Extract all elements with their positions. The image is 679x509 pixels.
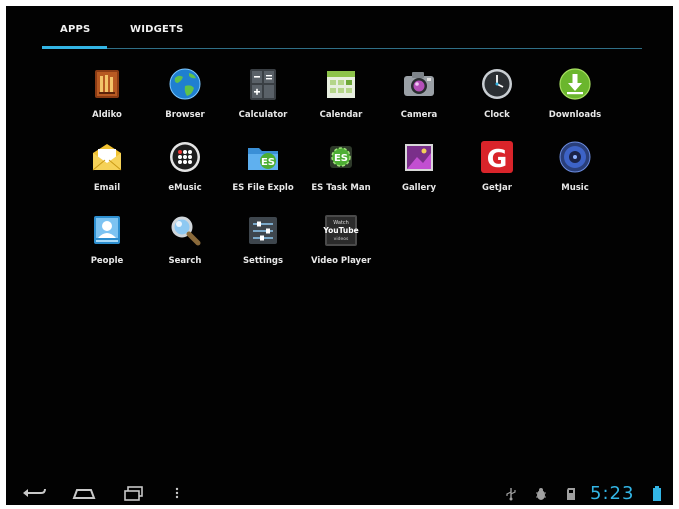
app-music[interactable]: Music [536, 139, 614, 211]
active-tab-indicator [42, 46, 107, 49]
recent-apps-icon[interactable] [120, 484, 148, 502]
home-screen: APPS WIDGETS Aldiko Browser Calculator C… [6, 6, 673, 505]
gallery-icon [401, 139, 437, 175]
app-label: eMusic [168, 183, 202, 193]
app-label: Calendar [319, 110, 363, 120]
video-icon-line3: videos [334, 236, 349, 242]
app-grid: Aldiko Browser Calculator Calendar Camer… [68, 66, 628, 296]
app-search[interactable]: Search [146, 212, 224, 284]
app-label: ES File Explo [232, 183, 294, 193]
app-clock[interactable]: Clock [458, 66, 536, 138]
app-label: Video Player [310, 256, 372, 266]
status-clock: 5:23 [590, 483, 635, 504]
sd-card-icon [564, 486, 578, 500]
svg-text:ES: ES [261, 157, 275, 168]
svg-text:ES: ES [334, 153, 348, 164]
app-label: Downloads [548, 110, 602, 120]
tab-apps[interactable]: APPS [60, 24, 90, 35]
system-bar: 5:23 [6, 480, 673, 505]
menu-icon[interactable] [170, 484, 184, 502]
camera-icon [401, 66, 437, 102]
app-aldiko[interactable]: Aldiko [68, 66, 146, 138]
app-label: Camera [400, 110, 438, 120]
app-label: Browser [165, 110, 205, 120]
clock-icon [479, 66, 515, 102]
app-downloads[interactable]: Downloads [536, 66, 614, 138]
video-player-icon: Watch YouTube videos [322, 212, 359, 248]
search-icon [167, 212, 203, 248]
app-label: Search [168, 256, 202, 266]
battery-icon [652, 486, 662, 501]
calendar-icon [323, 66, 359, 102]
app-calculator[interactable]: Calculator [224, 66, 302, 138]
app-label: Aldiko [92, 110, 122, 120]
app-emusic[interactable]: eMusic [146, 139, 224, 211]
debug-icon [534, 486, 548, 500]
getjar-icon: G [479, 139, 515, 175]
app-drawer-tabs: APPS WIDGETS [42, 20, 642, 56]
globe-icon [167, 66, 203, 102]
app-es-file-explorer[interactable]: ES ES File Explo [224, 139, 302, 211]
music-icon [557, 139, 593, 175]
tab-divider [42, 48, 642, 49]
settings-icon [245, 212, 281, 248]
app-calendar[interactable]: Calendar [302, 66, 380, 138]
tab-widgets[interactable]: WIDGETS [130, 24, 184, 35]
app-video-player[interactable]: Watch YouTube videos Video Player [302, 212, 380, 284]
email-icon [89, 139, 125, 175]
app-label: GetJar [482, 183, 512, 193]
download-icon [557, 66, 593, 102]
video-icon-line2: YouTube [323, 226, 359, 235]
app-label: Music [561, 183, 589, 193]
emusic-icon [167, 139, 203, 175]
getjar-letter: G [487, 144, 508, 173]
aldiko-icon [89, 66, 125, 102]
usb-icon [504, 486, 518, 501]
app-people[interactable]: People [68, 212, 146, 284]
app-label: Clock [484, 110, 510, 120]
app-label: Calculator [238, 110, 288, 120]
app-email[interactable]: Email [68, 139, 146, 211]
app-camera[interactable]: Camera [380, 66, 458, 138]
app-gallery[interactable]: Gallery [380, 139, 458, 211]
es-file-explorer-icon: ES [245, 139, 281, 175]
home-icon[interactable] [70, 484, 98, 502]
app-label: ES Task Man [311, 183, 371, 193]
app-es-task-manager[interactable]: ES ES Task Man [302, 139, 380, 211]
app-label: People [90, 256, 124, 266]
app-getjar[interactable]: G GetJar [458, 139, 536, 211]
app-label: Email [93, 183, 121, 193]
es-task-manager-icon: ES [323, 139, 359, 175]
app-browser[interactable]: Browser [146, 66, 224, 138]
people-icon [89, 212, 125, 248]
app-label: Gallery [401, 183, 437, 193]
app-settings[interactable]: Settings [224, 212, 302, 284]
app-label: Settings [242, 256, 284, 266]
calculator-icon [245, 66, 281, 102]
back-icon[interactable] [20, 484, 48, 502]
